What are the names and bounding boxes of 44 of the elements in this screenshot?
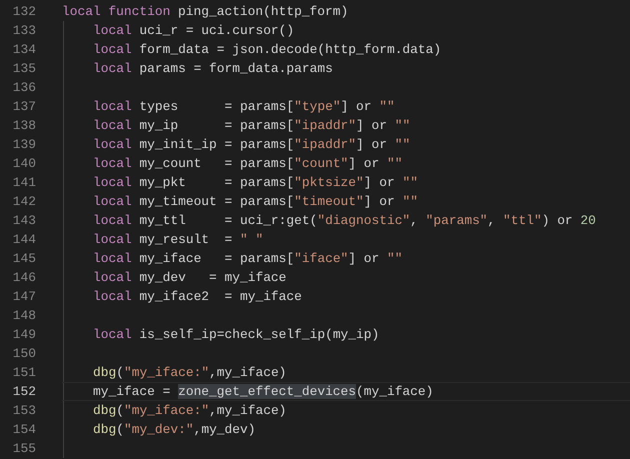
- code-line: local params = form_data.params: [93, 61, 333, 76]
- code-line: local my_count = params["count"] or "": [93, 156, 402, 171]
- line-number: 150: [12, 346, 36, 361]
- code-line: local my_iface2 = my_iface: [93, 289, 302, 304]
- line-number: 155: [12, 441, 36, 456]
- code-line: my_iface = zone_get_effect_devices(my_iface): [93, 384, 434, 399]
- code-line: local form_data = json.decode(http_form.data): [93, 42, 442, 57]
- line-number: 152: [12, 384, 36, 399]
- code-line: local my_result = " ": [93, 232, 264, 247]
- line-number: 141: [12, 175, 36, 190]
- code-line: local my_ttl = uci_r:get("diagnostic", "params", "ttl") or 20: [93, 213, 596, 228]
- code-line: dbg("my_iface:",my_iface): [93, 403, 286, 418]
- code-line: local my_init_ip = params["ipaddr"] or "": [93, 137, 410, 152]
- line-number: 149: [12, 327, 36, 342]
- line-number: 145: [12, 251, 36, 266]
- line-number: 139: [12, 137, 36, 152]
- line-number: 140: [12, 156, 36, 171]
- line-number: 138: [12, 118, 36, 133]
- line-number: 154: [12, 422, 36, 437]
- line-number: 133: [12, 23, 36, 38]
- code-line: dbg("my_dev:",my_dev): [93, 422, 256, 437]
- line-number: 148: [12, 308, 36, 323]
- code-line: local uci_r = uci.cursor(): [93, 23, 294, 38]
- line-number: 132: [12, 4, 36, 19]
- code-line: local function ping_action(http_form): [62, 4, 348, 19]
- line-number: 143: [12, 213, 36, 228]
- code-line: local my_ip = params["ipaddr"] or "": [93, 118, 410, 133]
- code-line: local my_iface = params["iface"] or "": [93, 251, 402, 266]
- code-line: local types = params["type"] or "": [93, 99, 395, 114]
- line-number: 146: [12, 270, 36, 285]
- code-line: local is_self_ip=check_self_ip(my_ip): [93, 327, 380, 342]
- code-line: dbg("my_iface:",my_iface): [93, 365, 286, 380]
- line-number: 137: [12, 99, 36, 114]
- code-line: local my_pkt = params["pktsize"] or "": [93, 175, 418, 190]
- line-number: 151: [12, 365, 36, 380]
- code-line: local my_timeout = params["timeout"] or "": [93, 194, 418, 209]
- line-number: 142: [12, 194, 36, 209]
- code-line: local my_dev = my_iface: [93, 270, 286, 285]
- line-number: 147: [12, 289, 36, 304]
- line-number: 135: [12, 61, 36, 76]
- line-number: 153: [12, 403, 36, 418]
- line-number: 144: [12, 232, 36, 247]
- line-number: 136: [12, 80, 36, 95]
- line-number: 134: [12, 42, 36, 57]
